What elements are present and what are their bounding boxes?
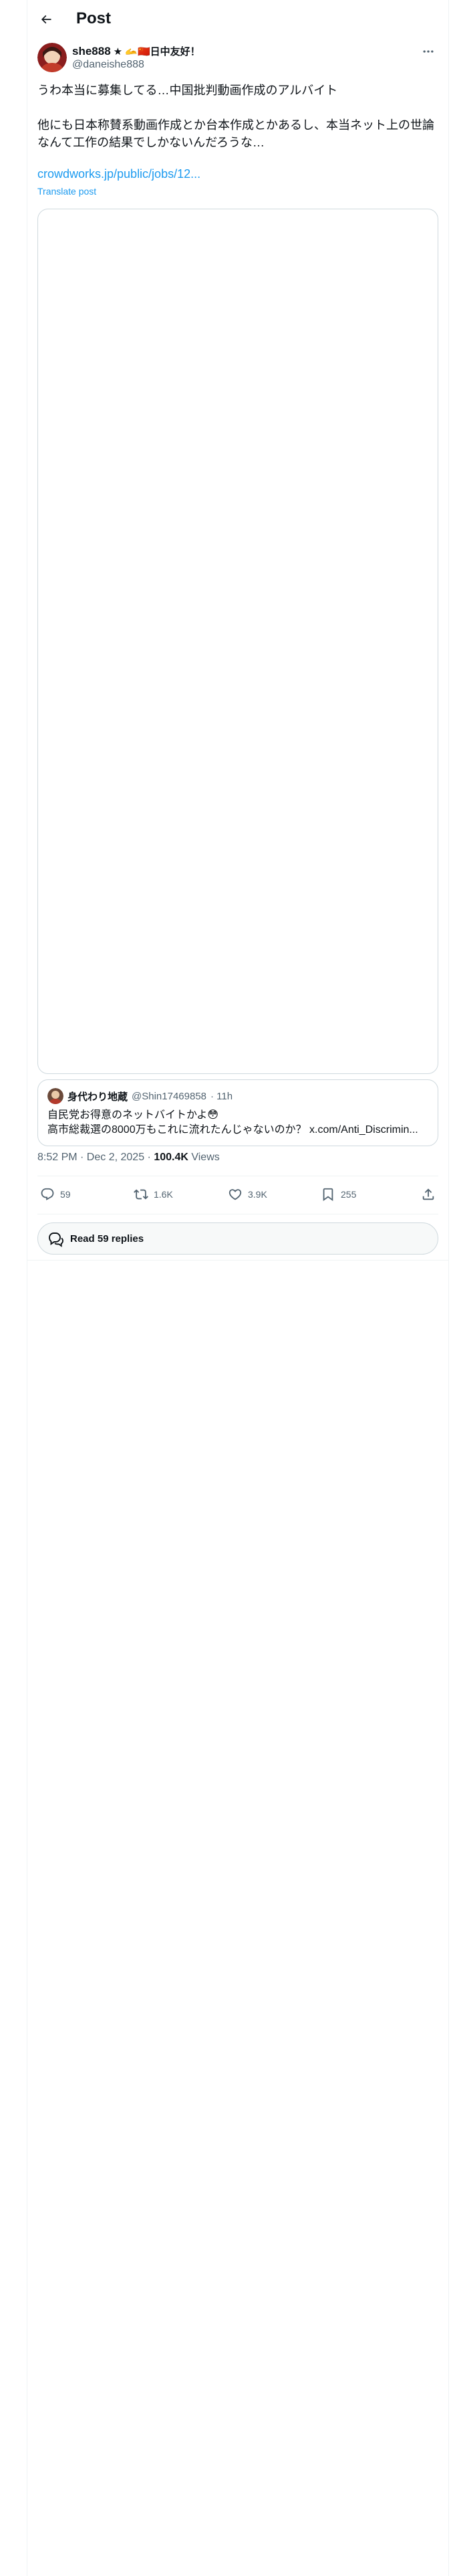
- tweet: she888 ★ 🫴🇨🇳日中友好！ @daneishe888 うわ本当に募集して…: [37, 41, 438, 1255]
- tweet-meta: 8:52 PM · Dec 2, 2025 · 100.4K Views: [37, 1152, 220, 1164]
- author-badges: ★ 🫴🇨🇳日中友好！: [113, 46, 200, 58]
- reply-button[interactable]: 59: [40, 1187, 71, 1202]
- like-count: 3.9K: [248, 1189, 267, 1200]
- author-name[interactable]: she888 ★ 🫴🇨🇳日中友好！: [72, 44, 200, 58]
- quote-header: 身代わり地蔵 @Shin17469858 · 11h: [47, 1088, 233, 1104]
- author-display-name: she888: [72, 44, 111, 58]
- author-row: she888 ★ 🫴🇨🇳日中友好！ @daneishe888: [37, 41, 438, 76]
- repost-button[interactable]: 1.6K: [134, 1187, 173, 1202]
- read-replies-button[interactable]: Read 59 replies: [37, 1222, 438, 1255]
- reply-icon: [41, 1188, 54, 1200]
- views-count: 100.4K: [154, 1152, 188, 1163]
- views-label: Views: [188, 1152, 220, 1163]
- tweet-link[interactable]: crowdworks.jp/public/jobs/12...: [37, 167, 200, 181]
- share-button[interactable]: [421, 1187, 436, 1202]
- header: Post: [27, 0, 448, 37]
- like-button[interactable]: 3.9K: [228, 1187, 267, 1202]
- back-arrow-icon: [41, 15, 51, 24]
- share-icon: [422, 1188, 434, 1200]
- quote-time: · 11h: [210, 1090, 233, 1102]
- page-title: Post: [76, 9, 112, 27]
- read-replies-label: Read 59 replies: [70, 1233, 144, 1245]
- tweet-timestamp[interactable]: 8:52 PM · Dec 2, 2025 ·: [37, 1152, 154, 1163]
- reply-count: 59: [60, 1189, 71, 1200]
- author-handle[interactable]: @daneishe888: [72, 59, 144, 71]
- repost-count: 1.6K: [154, 1189, 173, 1200]
- translate-post-link[interactable]: Translate post: [37, 186, 96, 197]
- quoted-tweet[interactable]: 身代わり地蔵 @Shin17469858 · 11h 自民党お得意のネットバイト…: [37, 1079, 438, 1146]
- quote-author-name: 身代わり地蔵: [67, 1091, 128, 1103]
- bookmark-button[interactable]: 255: [321, 1187, 356, 1202]
- bookmark-count: 255: [341, 1189, 357, 1200]
- quote-line: 自民党お得意のネットバイトかよ😳: [47, 1109, 218, 1121]
- more-button[interactable]: [418, 41, 438, 62]
- bookmark-icon: [323, 1188, 333, 1202]
- like-icon: [229, 1189, 242, 1200]
- quote-line: 高市総裁選の8000万もこれに流れたんじゃないのか？ x.com/Anti_Di…: [47, 1124, 418, 1136]
- more-icon: [423, 50, 434, 53]
- quote-avatar: [47, 1088, 63, 1104]
- section-divider: [27, 1260, 448, 1261]
- avatar[interactable]: [37, 43, 67, 72]
- page: Post she888 ★ 🫴🇨🇳日中友好！ @daneishe888 うわ本当: [0, 0, 451, 2576]
- quote-text: 自民党お得意のネットバイトかよ😳 高市総裁選の8000万もこれに流れたんじゃない…: [47, 1108, 430, 1138]
- chat-bubbles-icon: [49, 1232, 63, 1247]
- quote-author-handle: @Shin17469858: [132, 1090, 207, 1102]
- column-border-right: [448, 0, 449, 2576]
- repost-icon: [134, 1189, 148, 1200]
- action-bar: 59 1.6K 3.9K 255: [37, 1176, 438, 1214]
- back-button[interactable]: [35, 8, 57, 31]
- media-card[interactable]: [37, 209, 438, 1074]
- tweet-text: うわ本当に募集してる…中国批判動画作成のアルバイト 他にも日本称賛系動画作成とか…: [37, 84, 434, 149]
